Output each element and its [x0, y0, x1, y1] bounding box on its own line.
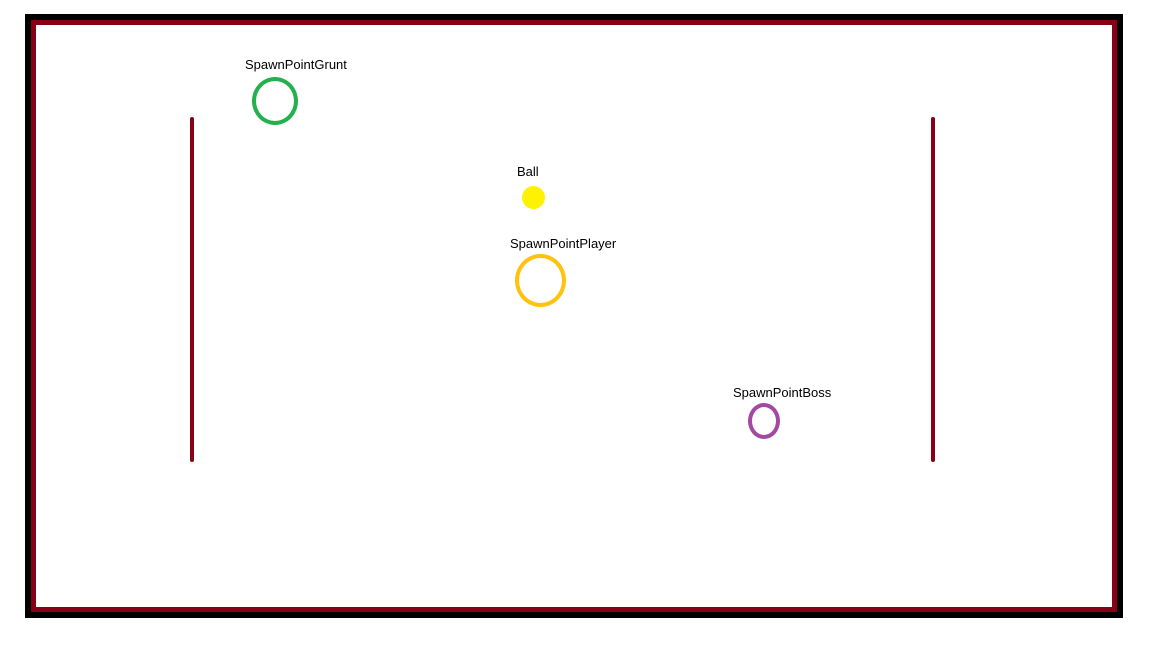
left-wall — [190, 117, 194, 462]
level-layout-canvas: SpawnPointGrunt Ball SpawnPointPlayer Sp… — [0, 0, 1152, 648]
ball-marker — [522, 186, 545, 209]
spawn-point-player-label: SpawnPointPlayer — [510, 236, 617, 251]
spawn-point-boss-label: SpawnPointBoss — [733, 385, 832, 400]
spawn-point-grunt-label: SpawnPointGrunt — [245, 57, 347, 72]
right-wall — [931, 117, 935, 462]
spawn-point-grunt-marker — [252, 77, 298, 125]
spawn-point-player-marker — [515, 254, 566, 307]
spawn-point-boss-marker — [748, 403, 780, 439]
ball-label: Ball — [517, 164, 539, 179]
